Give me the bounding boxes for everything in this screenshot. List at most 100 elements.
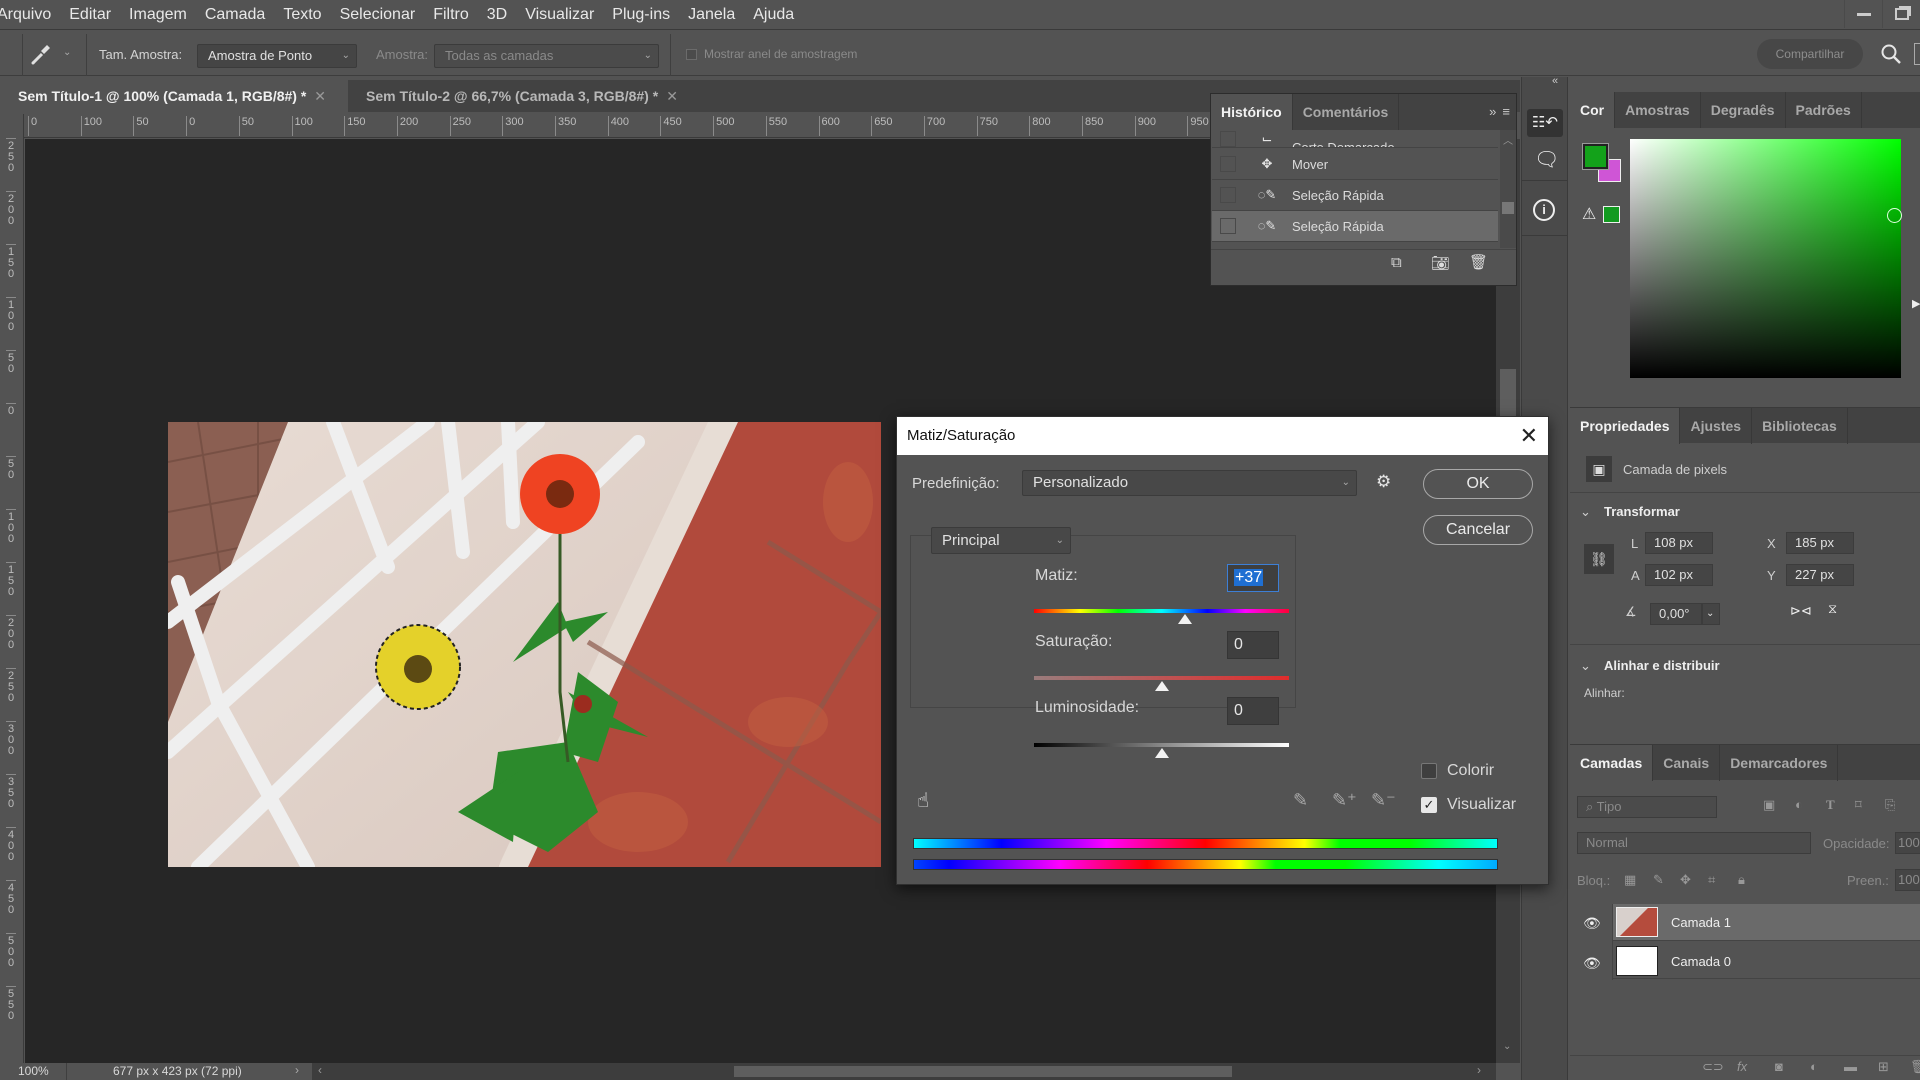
menu-plugins[interactable]: Plug-ins — [603, 0, 679, 30]
trash-icon[interactable]: 🗑︎ — [1469, 253, 1488, 271]
tab-demarcadores[interactable]: Demarcadores — [1720, 745, 1839, 781]
history-item[interactable]: ◌✎ Seleção Rápida — [1212, 180, 1498, 211]
tab-canais[interactable]: Canais — [1653, 745, 1721, 781]
cancel-button[interactable]: Cancelar — [1423, 515, 1533, 545]
menu-filtro[interactable]: Filtro — [424, 0, 478, 30]
lock-pixels-icon[interactable]: ✎ — [1653, 872, 1664, 888]
horizontal-scrollbar[interactable]: ‹ › — [312, 1063, 1496, 1080]
saturation-slider-thumb[interactable] — [1154, 681, 1169, 691]
snapshot-source-checkbox[interactable] — [1220, 156, 1236, 172]
preset-select[interactable]: Personalizado ⌄ — [1022, 470, 1357, 496]
menu-selecionar[interactable]: Selecionar — [331, 0, 425, 30]
filter-smart-object-icon[interactable]: ⎘ — [1885, 797, 1895, 813]
opacity-field[interactable]: 100 — [1895, 832, 1920, 854]
eyedropper-icon[interactable]: ✎ — [1293, 790, 1308, 811]
layer-name[interactable]: Camada 1 — [1671, 915, 1731, 930]
history-item[interactable]: ⌙ Corte Demarcado — [1212, 130, 1498, 148]
scrollbar-thumb[interactable] — [1502, 202, 1514, 214]
lock-artboard-icon[interactable]: ⌗ — [1708, 872, 1715, 888]
history-item-selected[interactable]: ◌✎ Seleção Rápida — [1212, 211, 1498, 242]
ok-button[interactable]: OK — [1423, 469, 1533, 499]
link-layers-icon[interactable]: ⊂⊃ — [1702, 1059, 1724, 1075]
menu-janela[interactable]: Janela — [679, 0, 744, 30]
layer-name[interactable]: Camada 0 — [1671, 954, 1731, 969]
lightness-input[interactable]: 0 — [1227, 697, 1279, 725]
close-icon[interactable]: ✕ — [1520, 417, 1538, 455]
colorize-checkbox[interactable] — [1421, 763, 1437, 779]
lock-position-icon[interactable]: ✥ — [1680, 872, 1691, 888]
menu-editar[interactable]: Editar — [60, 0, 120, 30]
restore-button[interactable] — [1882, 0, 1920, 28]
sample-select[interactable]: Todas as camadas ⌄ — [434, 44, 659, 68]
color-picker-cursor[interactable] — [1887, 208, 1902, 223]
history-panel-button[interactable]: ☷↶ — [1527, 109, 1563, 137]
tab-ajustes[interactable]: Ajustes — [1680, 408, 1753, 444]
visibility-eye-icon[interactable]: 👁︎ — [1583, 915, 1601, 932]
workspace-button[interactable] — [1914, 43, 1920, 65]
new-layer-icon[interactable]: ⊞ — [1878, 1059, 1889, 1075]
history-scrollbar[interactable]: ︿ — [1500, 130, 1516, 248]
hue-slider-handle[interactable]: ▶ — [1912, 297, 1920, 310]
comments-icon[interactable]: 🗨︎ — [1534, 147, 1559, 172]
tab-cor[interactable]: Cor — [1570, 92, 1616, 128]
panel-menu-icon[interactable]: ≡ — [1502, 94, 1510, 130]
angle-field[interactable]: 0,00° — [1650, 603, 1702, 625]
vertical-ruler[interactable]: 250 200 150 100 50 0 50 100 150 200 250 300 350 400 45… — [0, 114, 24, 1064]
transform-section-title[interactable]: Transformar — [1604, 504, 1680, 519]
document-image[interactable] — [168, 422, 881, 867]
lock-transparent-icon[interactable]: ▦ — [1624, 872, 1636, 888]
out-of-gamut-warning-icon[interactable]: ⚠ — [1582, 204, 1596, 224]
link-dimensions-button[interactable]: ⛓ — [1584, 544, 1614, 574]
tool-preset-chevron-icon[interactable]: ⌄ — [63, 47, 71, 58]
delete-layer-icon[interactable]: 🗑︎ — [1910, 1059, 1920, 1075]
dialog-titlebar[interactable]: Matiz/Saturação ✕ — [897, 417, 1548, 455]
info-icon[interactable]: i — [1533, 199, 1555, 221]
new-group-icon[interactable]: ▬ — [1844, 1059, 1857, 1074]
height-field[interactable]: 102 px — [1645, 564, 1713, 586]
sample-size-select[interactable]: Amostra de Ponto ⌄ — [197, 44, 357, 68]
history-item[interactable]: ✥ Mover — [1212, 149, 1498, 180]
align-section-title[interactable]: Alinhar e distribuir — [1604, 658, 1720, 673]
search-icon[interactable] — [1880, 43, 1902, 68]
menu-ajuda[interactable]: Ajuda — [744, 0, 803, 30]
tab-document-1[interactable]: Sem Título-1 @ 100% (Camada 1, RGB/8#) *… — [0, 80, 348, 112]
scroll-right-icon[interactable]: › — [1477, 1063, 1481, 1077]
layer-filter-select[interactable]: ⌕ Tipo — [1577, 796, 1717, 818]
tab-historico[interactable]: Histórico — [1211, 94, 1293, 130]
lock-all-icon[interactable]: 🔒︎ — [1738, 872, 1745, 888]
scrollbar-thumb[interactable] — [734, 1066, 1232, 1077]
preset-options-gear-icon[interactable]: ⚙ — [1376, 472, 1391, 492]
targeted-adjustment-hand-icon[interactable]: ☝ — [917, 788, 929, 813]
lightness-slider-thumb[interactable] — [1154, 748, 1169, 758]
color-field[interactable] — [1630, 139, 1901, 378]
flip-horizontal-icon[interactable]: ⊳⊲ — [1790, 603, 1812, 619]
scroll-down-icon[interactable]: ⌄ — [1503, 1041, 1511, 1052]
preview-checkbox[interactable]: ✓ — [1421, 797, 1437, 813]
menu-camada[interactable]: Camada — [196, 0, 274, 30]
fx-icon[interactable]: fx — [1737, 1059, 1747, 1074]
tab-propriedades[interactable]: Propriedades — [1570, 408, 1681, 444]
minimize-button[interactable] — [1844, 0, 1882, 28]
menu-3d[interactable]: 3D — [478, 0, 516, 30]
flip-vertical-icon[interactable]: ⧖ — [1828, 601, 1837, 617]
tab-comentarios[interactable]: Comentários — [1293, 94, 1400, 130]
scroll-left-icon[interactable]: ‹ — [318, 1063, 322, 1077]
new-document-from-state-icon[interactable]: ⧉ — [1391, 254, 1402, 271]
snapshot-source-checkbox[interactable] — [1220, 187, 1236, 203]
snapshot-source-checkbox[interactable] — [1220, 131, 1236, 147]
eyedropper-subtract-icon[interactable]: ✎⁻ — [1371, 790, 1396, 811]
zoom-level[interactable]: 100% — [18, 1064, 49, 1078]
menu-arquivo[interactable]: Arquivo — [0, 0, 60, 30]
tab-document-2[interactable]: Sem Título-2 @ 66,7% (Camada 3, RGB/8#) … — [348, 80, 694, 112]
tab-padroes[interactable]: Padrões — [1786, 92, 1862, 128]
transform-collapse-icon[interactable]: ⌄ — [1580, 504, 1591, 520]
hue-slider-thumb[interactable] — [1178, 614, 1193, 624]
tab-camadas[interactable]: Camadas — [1570, 745, 1654, 781]
eyedropper-icon[interactable] — [30, 42, 52, 72]
hue-slider-track[interactable] — [1034, 609, 1289, 613]
width-field[interactable]: 108 px — [1645, 532, 1713, 554]
align-collapse-icon[interactable]: ⌄ — [1580, 658, 1591, 674]
tab-degrades[interactable]: Degradês — [1701, 92, 1786, 128]
fill-field[interactable]: 100 — [1895, 869, 1920, 891]
add-mask-icon[interactable]: ◙ — [1775, 1059, 1783, 1074]
